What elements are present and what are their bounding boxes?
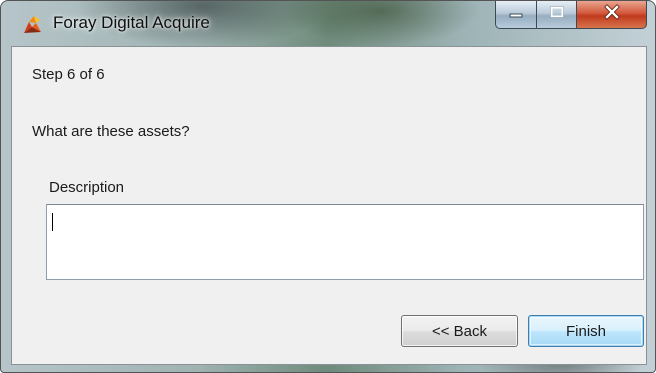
step-indicator: Step 6 of 6 <box>32 66 105 83</box>
dialog-client-area: Step 6 of 6 What are these assets? Descr… <box>11 46 647 365</box>
close-icon <box>603 4 621 25</box>
title-bar[interactable]: Foray Digital Acquire <box>1 1 655 45</box>
back-button-label: << Back <box>431 322 488 340</box>
description-label: Description <box>49 179 125 196</box>
description-input[interactable] <box>46 204 644 280</box>
finish-button-label: Finish <box>565 322 606 340</box>
maximize-button[interactable] <box>537 1 577 29</box>
text-caret <box>52 213 53 231</box>
minimize-button[interactable] <box>495 1 537 29</box>
close-button[interactable] <box>577 1 647 29</box>
dialog-window: Foray Digital Acquire Step 6 of 6 What a… <box>0 0 656 373</box>
back-button[interactable]: << Back <box>401 315 518 347</box>
caption-buttons <box>495 1 647 29</box>
question-text: What are these assets? <box>32 123 190 140</box>
finish-button[interactable]: Finish <box>528 315 644 347</box>
app-icon[interactable] <box>21 13 43 35</box>
window-title: Foray Digital Acquire <box>53 13 210 32</box>
maximize-icon <box>549 5 565 24</box>
minimize-icon <box>508 6 524 24</box>
